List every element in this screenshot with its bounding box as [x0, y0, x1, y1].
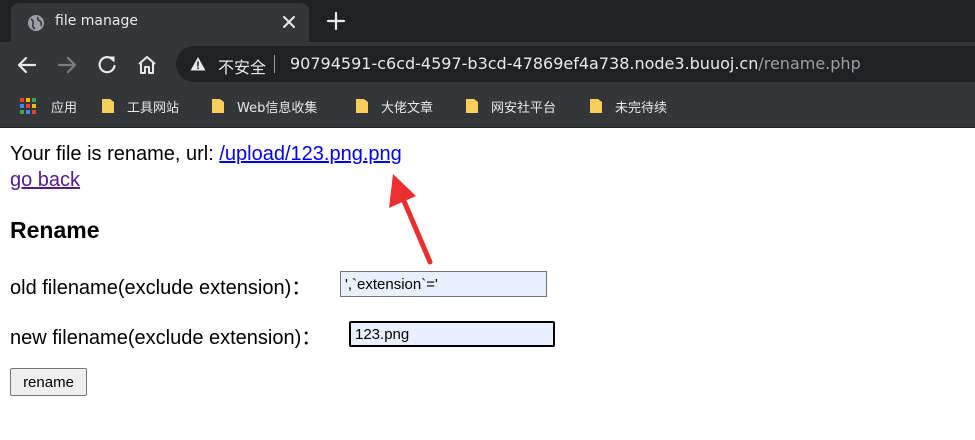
- bookmark-label: 网安社平台: [491, 100, 557, 116]
- rename-button[interactable]: rename: [10, 368, 87, 396]
- red-arrow-annotation: [389, 174, 433, 265]
- new-tab-plus-icon[interactable]: [326, 11, 346, 31]
- forward-arrow-icon[interactable]: [56, 54, 78, 76]
- url-text[interactable]: 90794591-c6cd-4597-b3cd-47869ef4a738.nod…: [290, 54, 861, 73]
- rename-result: Your file is rename, url: /upload/123.pn…: [10, 143, 402, 166]
- url-host: 90794591-c6cd-4597-b3cd-47869ef4a738.nod…: [290, 54, 759, 73]
- apps-grid-icon: [20, 98, 36, 114]
- rename-heading: Rename: [10, 217, 100, 243]
- bookmark-label: Web信息收集: [237, 100, 318, 116]
- result-prefix: Your file is rename, url:: [10, 143, 220, 165]
- result-url-link[interactable]: /upload/123.png.png: [219, 143, 401, 165]
- bookmark-apps[interactable]: 应用: [20, 96, 77, 116]
- tab-file-manage[interactable]: file manage: [11, 3, 309, 42]
- address-bar[interactable]: 不安全 90794591-c6cd-4597-b3cd-47869ef4a738…: [176, 46, 975, 82]
- folder-icon: [356, 99, 368, 113]
- bookmark-folder-security-platform[interactable]: 网安社平台: [465, 96, 556, 116]
- omnibox-divider: [274, 55, 275, 73]
- folder-icon: [212, 99, 224, 113]
- new-filename-label: new filename(exclude extension)：: [10, 327, 322, 349]
- old-filename-input[interactable]: [340, 271, 547, 297]
- new-filename-input[interactable]: [349, 321, 555, 347]
- folder-icon: [590, 99, 602, 113]
- globe-icon: [28, 15, 44, 31]
- bookmarks-bar: 应用 工具网站 Web信息收集 大佬文章 网安社平台 未完待续: [0, 86, 975, 128]
- browser-toolbar: 不安全 90794591-c6cd-4597-b3cd-47869ef4a738…: [0, 42, 975, 86]
- old-filename-label: old filename(exclude extension)：: [10, 277, 312, 299]
- not-secure-label[interactable]: 不安全: [218, 54, 266, 78]
- page-content: Your file is rename, url: /upload/123.pn…: [0, 129, 975, 440]
- bookmark-label: 未完待续: [615, 100, 668, 116]
- warning-triangle-icon[interactable]: [190, 56, 206, 72]
- bookmark-folder-tools[interactable]: 工具网站: [101, 96, 179, 116]
- url-path: /rename.php: [758, 54, 861, 73]
- folder-icon: [102, 99, 114, 113]
- bookmark-label: 大佬文章: [381, 100, 434, 116]
- tab-strip: file manage: [0, 0, 975, 42]
- bookmark-folder-web-info[interactable]: Web信息收集: [211, 96, 317, 116]
- bookmark-folder-tbc[interactable]: 未完待续: [589, 96, 667, 116]
- bookmark-label: 应用: [51, 100, 78, 116]
- folder-icon: [466, 99, 478, 113]
- bookmark-folder-articles[interactable]: 大佬文章: [355, 96, 433, 116]
- bookmark-label: 工具网站: [127, 100, 180, 116]
- reload-icon[interactable]: [96, 54, 118, 76]
- back-arrow-icon[interactable]: [16, 54, 38, 76]
- home-icon[interactable]: [136, 54, 158, 76]
- tab-title: file manage: [55, 13, 138, 29]
- go-back-link[interactable]: go back: [10, 169, 80, 192]
- close-icon[interactable]: [281, 14, 297, 30]
